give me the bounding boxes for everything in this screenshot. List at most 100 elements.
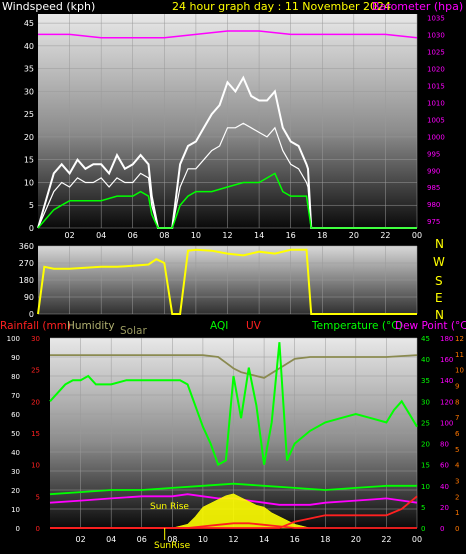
- dewpoint-tick: 160: [440, 356, 453, 364]
- dewpoint-tick: 100: [440, 419, 453, 427]
- rain-tick: 15: [31, 430, 40, 438]
- rain-tick: 30: [31, 335, 40, 343]
- panel1-x-tick: 22: [380, 231, 390, 240]
- panel1-right-tick: 1030: [427, 31, 445, 39]
- dewpoint-tick: 120: [440, 398, 453, 406]
- panel1-x-tick: 10: [191, 231, 201, 240]
- rain-tick: 10: [31, 462, 40, 470]
- humidity-tick: 40: [11, 449, 20, 457]
- panel3-x-tick: 20: [351, 535, 361, 544]
- dew-point-label: Dew Point (°C): [395, 320, 466, 332]
- panel3-x-tick: 00: [412, 535, 422, 544]
- uv-tick: 5: [455, 446, 459, 454]
- panel1-x-tick: 20: [349, 231, 359, 240]
- panel1-right-tick: 975: [427, 218, 440, 226]
- uv-label: UV: [246, 320, 262, 332]
- panel1-x-tick: 00: [412, 231, 422, 240]
- compass-n-top: N: [435, 237, 444, 251]
- rain-tick: 20: [31, 398, 40, 406]
- humidity-tick: 30: [11, 468, 20, 476]
- windspeed-label: Windspeed (kph): [2, 0, 95, 13]
- dewpoint-tick: 0: [440, 525, 444, 533]
- panel1-right-tick: 1000: [427, 133, 445, 141]
- panel3-x-tick: 02: [75, 535, 85, 544]
- panel1-right-tick: 1010: [427, 99, 445, 107]
- panel1-right-tick: 1020: [427, 65, 445, 73]
- panel3-x-tick: 22: [381, 535, 391, 544]
- uv-tick: 2: [455, 493, 459, 501]
- dewpoint-tick: 180: [440, 335, 453, 343]
- panel1-right-tick: 985: [427, 184, 440, 192]
- uv-tick: 11: [455, 351, 464, 359]
- compass-e: E: [435, 291, 443, 305]
- panel1-x-tick: 14: [254, 231, 264, 240]
- humidity-tick: 80: [11, 373, 20, 381]
- panel1-left-tick: 25: [24, 110, 34, 119]
- panel1-right-tick: 990: [427, 167, 440, 175]
- temperature-tick: 45: [421, 335, 430, 343]
- compass-labels: N W S E N: [433, 237, 445, 322]
- dewpoint-tick: 40: [440, 483, 449, 491]
- humidity-tick: 60: [11, 411, 20, 419]
- compass-s: S: [435, 274, 443, 288]
- panel1-right-tick: 1025: [427, 48, 445, 56]
- panel1-right-tick: 995: [427, 150, 440, 158]
- panel2-tick: 180: [19, 276, 34, 285]
- dewpoint-tick: 140: [440, 377, 453, 385]
- sunrise-annotation: Sun Rise: [150, 502, 189, 512]
- temperature-tick: 10: [421, 483, 430, 491]
- panel1-left-tick: 15: [24, 156, 34, 165]
- rain-tick: 25: [31, 367, 40, 375]
- panel1-right-tick: 1035: [427, 14, 445, 22]
- panel1-left-tick: 10: [24, 178, 34, 187]
- solar-label: Solar: [120, 325, 147, 337]
- humidity-label: Humidity: [67, 320, 115, 332]
- dewpoint-tick: 60: [440, 462, 449, 470]
- aqi-label: AQI: [210, 320, 228, 332]
- panel1-x-tick: 18: [317, 231, 327, 240]
- temperature-tick: 35: [421, 377, 430, 385]
- temperature-tick: 5: [421, 504, 425, 512]
- temperature-tick: 0: [421, 525, 425, 533]
- panel3-x-tick: 10: [198, 535, 208, 544]
- panel1-left-tick: 0: [29, 224, 34, 233]
- panel1-x-tick: 02: [64, 231, 74, 240]
- panel1-left-tick: 20: [24, 133, 34, 142]
- humidity-tick: 10: [11, 506, 20, 514]
- dewpoint-tick: 80: [440, 441, 449, 449]
- panel1-x-tick: 08: [159, 231, 169, 240]
- uv-tick: 8: [455, 398, 459, 406]
- dewpoint-tick: 20: [440, 504, 449, 512]
- panel1-x-tick: 16: [286, 231, 296, 240]
- uv-tick: 0: [455, 525, 459, 533]
- temperature-tick: 30: [421, 398, 430, 406]
- barometer-label: Barometer (hpa): [372, 0, 463, 13]
- panel1-left-tick: 40: [24, 42, 34, 51]
- weather-graph: Windspeed (kph) 24 hour graph day : 11 N…: [0, 0, 466, 551]
- uv-tick: 4: [455, 462, 460, 470]
- panel1-right-tick: 1005: [427, 116, 445, 124]
- uv-tick: 12: [455, 335, 464, 343]
- chart-title: 24 hour graph day : 11 November 2024: [172, 0, 391, 13]
- humidity-tick: 20: [11, 487, 20, 495]
- uv-tick: 6: [455, 430, 460, 438]
- humidity-tick: 100: [7, 335, 20, 343]
- panel2-tick: 360: [19, 242, 34, 251]
- humidity-tick: 0: [16, 525, 20, 533]
- uv-tick: 9: [455, 383, 459, 391]
- panel1-left-tick: 45: [24, 19, 34, 28]
- panel1-x-tick: 06: [128, 231, 138, 240]
- rain-tick: 5: [36, 493, 40, 501]
- panel3-x-tick: 14: [259, 535, 269, 544]
- panel1-x-tick: 04: [96, 231, 106, 240]
- sunrise-marker-label: SunRise: [154, 541, 191, 551]
- uv-tick: 3: [455, 478, 459, 486]
- panel2-tick: 90: [24, 293, 34, 302]
- panel3-x-tick: 04: [106, 535, 116, 544]
- temperature-tick: 20: [421, 441, 430, 449]
- temperature-label: Temperature (°C): [311, 320, 403, 332]
- temperature-tick: 15: [421, 462, 430, 470]
- uv-tick: 7: [455, 414, 459, 422]
- humidity-tick: 50: [11, 430, 20, 438]
- temperature-tick: 25: [421, 419, 430, 427]
